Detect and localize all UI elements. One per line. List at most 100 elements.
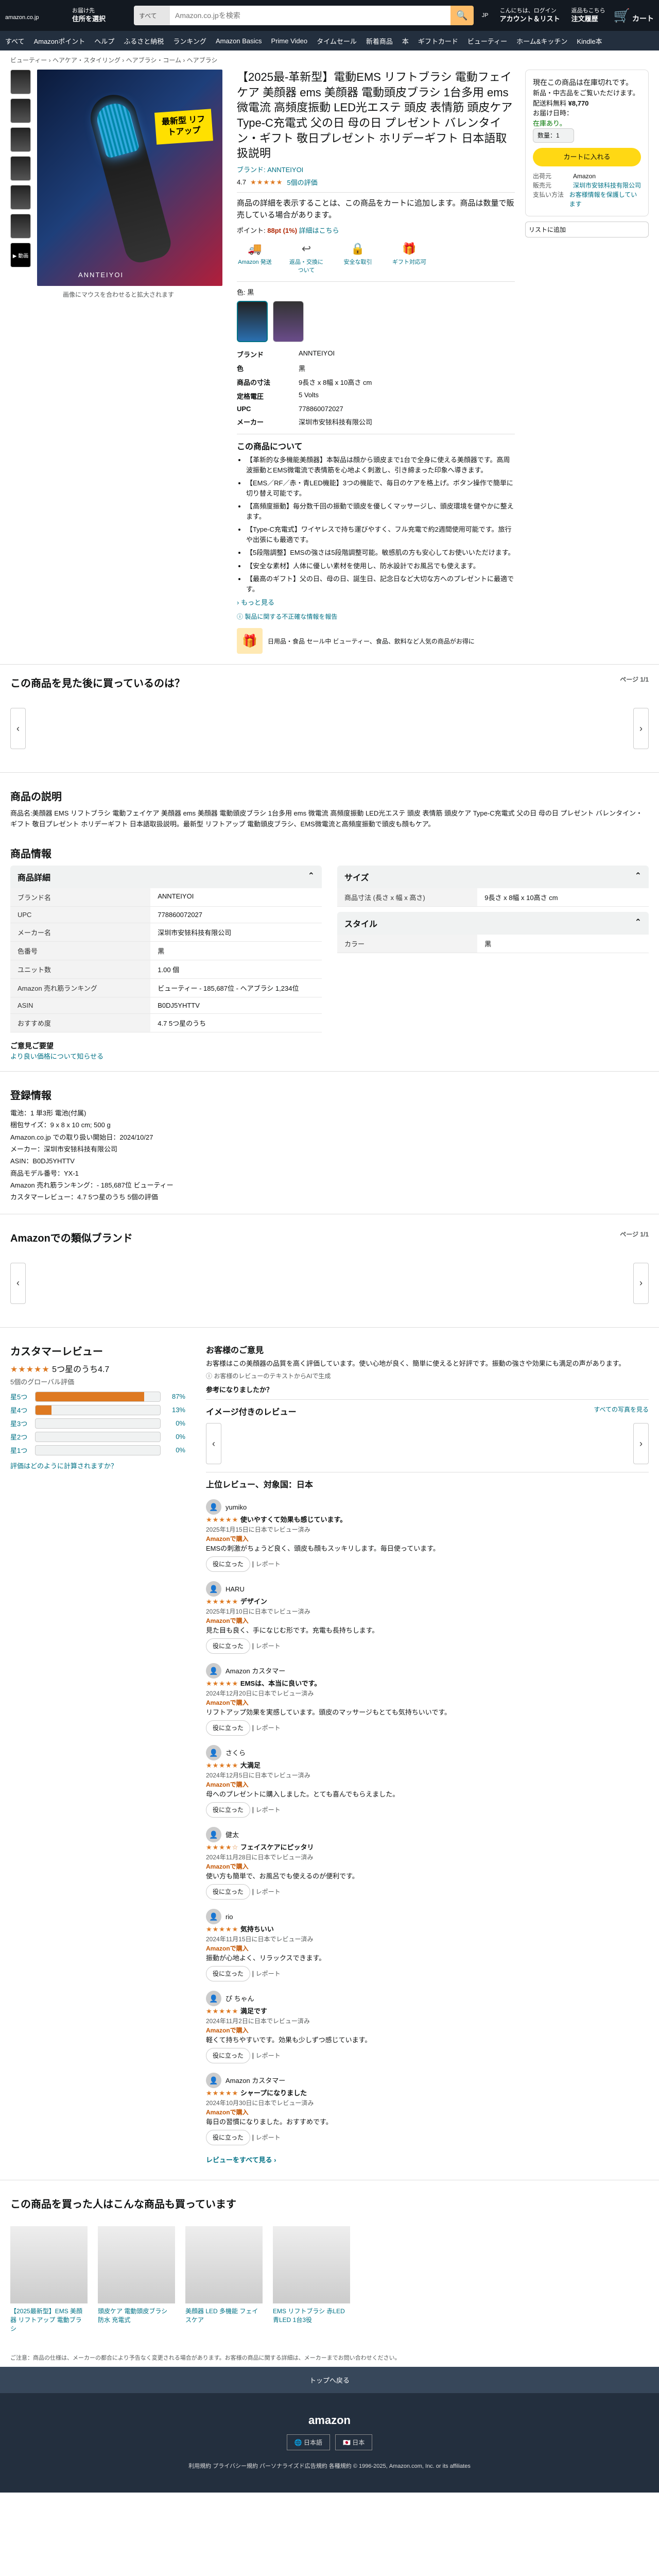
nav-item[interactable]: すべて (5, 36, 25, 46)
reviewer[interactable]: 👤 yumiko (206, 1499, 649, 1515)
detail-panel-header[interactable]: 商品詳細 ⌃ (10, 865, 322, 888)
reviewer[interactable]: 👤 ぴ ちゃん (206, 1991, 649, 2007)
helpful-button[interactable]: 役に立った (206, 1638, 251, 1654)
nav-item[interactable]: ふるさと納税 (124, 36, 164, 46)
size-panel-header[interactable]: サイズ ⌃ (337, 865, 649, 888)
carousel-next-button[interactable]: › (633, 1262, 649, 1304)
how-ratings-link[interactable]: 評価はどのように計算されますか？ (10, 1462, 117, 1470)
nav-item[interactable]: Amazonポイント (34, 36, 85, 46)
review-title-row[interactable]: ★★★★★ 満足です (206, 2006, 649, 2016)
promo-banner[interactable]: 🎁 日用品・食品 セール中 ビューティー、食品、飲料など人気の商品がお得に (237, 628, 515, 654)
nav-item[interactable]: ランキング (173, 36, 206, 46)
review-title-row[interactable]: ★★★★★ EMSは、本当に良いです。 (206, 1679, 649, 1689)
search-category-select[interactable]: すべて (134, 6, 170, 25)
nav-item[interactable]: 本 (402, 36, 409, 46)
carousel-next-button[interactable]: › (633, 708, 649, 750)
rating-count-link[interactable]: 5個の評価 (287, 177, 317, 187)
reviewer[interactable]: 👤 Amazon カスタマー (206, 2073, 649, 2089)
nav-item[interactable]: Prime Video (271, 37, 308, 45)
footer-links[interactable]: 利用規約 プライバシー規約 パーソナライズド広告規約 各種規約 © 1996-2… (10, 2461, 649, 2472)
thumbnail[interactable] (10, 70, 31, 94)
rating-bar-row[interactable]: 星4つ 13% (10, 1404, 185, 1415)
carousel-prev-button[interactable]: ‹ (10, 708, 26, 750)
reviewer[interactable]: 👤 さくら (206, 1745, 649, 1761)
helpful-button[interactable]: 役に立った (206, 2048, 251, 2064)
nav-item[interactable]: タイムセール (317, 36, 357, 46)
search-input[interactable] (170, 6, 450, 25)
seller-link[interactable]: 深圳市安铱科技有限公司 (573, 181, 641, 190)
footer-language-button[interactable]: 🌐 日本語 (286, 2434, 330, 2451)
helpful-button[interactable]: 役に立った (206, 1966, 251, 1982)
also-bought-item[interactable]: 頭皮ケア 電動頭皮ブラシ 防水 充電式 (98, 2226, 175, 2333)
rating-bar-row[interactable]: 星1つ 0% (10, 1445, 185, 1455)
nav-item[interactable]: ヘルプ (94, 36, 114, 46)
carousel-prev-button[interactable]: ‹ (10, 1262, 26, 1304)
report-review-link[interactable]: レポート (256, 1642, 281, 1650)
reviewer[interactable]: 👤 rio (206, 1909, 649, 1925)
helpful-button[interactable]: 役に立った (206, 1884, 251, 1900)
breadcrumb[interactable]: ビューティー › ヘアケア・スタイリング › ヘアブラシ・コーム › ヘアブラシ (0, 50, 659, 70)
helpful-button[interactable]: 役に立った (206, 1720, 251, 1736)
report-review-link[interactable]: レポート (256, 2134, 281, 2141)
helpful-button[interactable]: 役に立った (206, 1556, 251, 1572)
payment-link[interactable]: お客様情報を保護しています (569, 190, 641, 209)
color-swatch-black[interactable] (237, 301, 268, 343)
review-title-row[interactable]: ★★★★★ 大満足 (206, 1760, 649, 1771)
nav-item[interactable]: ギフトカード (418, 36, 458, 46)
see-more-link[interactable]: › もっと見る (237, 599, 274, 606)
carousel-prev-button[interactable]: ‹ (206, 1423, 221, 1465)
report-link[interactable]: ⓘ 製品に関する不正確な情報を報告 (237, 613, 337, 620)
video-thumbnail[interactable]: ▶ 動画 (10, 243, 31, 267)
nav-item[interactable]: ビューティー (467, 36, 507, 46)
see-all-reviews-link[interactable]: レビューをすべて見る › (206, 2156, 276, 2164)
account-menu[interactable]: こんにちは、ログイン アカウント＆リスト (497, 7, 563, 23)
deliver-to[interactable]: お届け先 住所を選択 (72, 7, 129, 23)
amazon-logo[interactable]: amazon.co.jp (5, 9, 67, 22)
carousel-next-button[interactable]: › (633, 1423, 649, 1465)
thumbnail[interactable] (10, 214, 31, 239)
feature-item[interactable]: ↩ 返品・交換について (288, 242, 324, 274)
style-panel-header[interactable]: スタイル ⌃ (337, 911, 649, 935)
report-review-link[interactable]: レポート (256, 1806, 281, 1814)
search-button[interactable]: 🔍 (450, 6, 474, 25)
nav-item[interactable]: 新着商品 (366, 36, 393, 46)
nav-item[interactable]: Amazon Basics (216, 37, 262, 45)
add-to-list-button[interactable]: リストに追加 (525, 221, 649, 238)
report-review-link[interactable]: レポート (256, 1970, 281, 1977)
reviewer[interactable]: 👤 Amazon カスタマー (206, 1663, 649, 1679)
add-to-cart-button[interactable]: カートに入れる (533, 148, 641, 166)
also-bought-item[interactable]: 美顔器 LED 多機能 フェイスケア (185, 2226, 263, 2333)
helpful-button[interactable]: 役に立った (206, 2130, 251, 2146)
back-to-top-button[interactable]: トップへ戻る (0, 2367, 659, 2394)
main-product-image[interactable]: 最新型 リフトアップ ANNTEIYOI (37, 70, 222, 286)
feedback-link[interactable]: より良い価格について知らせる (10, 1053, 103, 1060)
reviewer[interactable]: 👤 HARU (206, 1581, 649, 1597)
feature-item[interactable]: 🎁 ギフト対応可 (391, 242, 427, 274)
report-review-link[interactable]: レポート (256, 1724, 281, 1732)
helpful-button[interactable]: 役に立った (206, 1802, 251, 1818)
rating-bar-row[interactable]: 星3つ 0% (10, 1418, 185, 1429)
points-details-link[interactable]: 詳細はこちら (299, 227, 339, 234)
feature-item[interactable]: 🔒 安全な取引 (340, 242, 376, 274)
review-title-row[interactable]: ★★★★★ 気持ちいい (206, 1924, 649, 1935)
footer-logo[interactable]: amazon (10, 2414, 649, 2427)
also-bought-item[interactable]: 【2025最新型】EMS 美顔器 リフトアップ 電動ブラシ (10, 2226, 88, 2333)
reviewer[interactable]: 👤 健太 (206, 1827, 649, 1843)
language-selector[interactable]: JP (479, 12, 492, 19)
thumbnail[interactable] (10, 185, 31, 210)
brand-link[interactable]: ブランド: ANNTEIYOI (237, 166, 303, 174)
orders-link[interactable]: 返品もこちら 注文履歴 (568, 7, 609, 23)
footer-country-button[interactable]: 🇯🇵 日本 (335, 2434, 373, 2451)
report-review-link[interactable]: レポート (256, 1561, 281, 1568)
nav-item[interactable]: ホーム&キッチン (516, 36, 567, 46)
review-title-row[interactable]: ★★★★☆ フェイスケアにピッタリ (206, 1842, 649, 1853)
review-title-row[interactable]: ★★★★★ 使いやすくて効果も感じています。 (206, 1515, 649, 1525)
thumbnail[interactable] (10, 98, 31, 123)
review-title-row[interactable]: ★★★★★ シャープになりました (206, 2088, 649, 2098)
feature-item[interactable]: 🚚 Amazon 発送 (237, 242, 273, 274)
see-all-photos-link[interactable]: すべての写真を見る (594, 1405, 649, 1414)
report-review-link[interactable]: レポート (256, 1888, 281, 1895)
thumbnail[interactable] (10, 127, 31, 152)
color-swatch-purple[interactable] (273, 301, 304, 343)
quantity-select[interactable]: 数量：1 (533, 128, 574, 143)
